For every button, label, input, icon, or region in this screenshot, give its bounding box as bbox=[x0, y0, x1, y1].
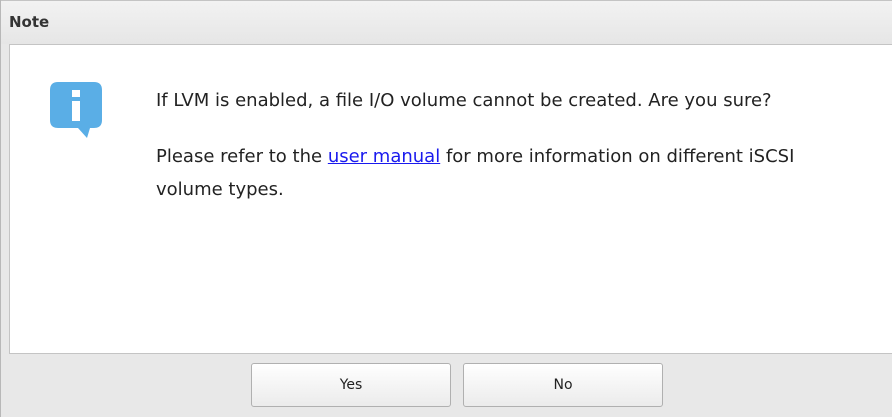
no-button[interactable]: No bbox=[463, 363, 663, 407]
dialog-message: If LVM is enabled, a file I/O volume can… bbox=[156, 84, 846, 206]
yes-button[interactable]: Yes bbox=[251, 363, 451, 407]
dialog-title: Note bbox=[9, 13, 50, 31]
dialog-titlebar[interactable]: Note bbox=[1, 0, 892, 44]
warning-text: If LVM is enabled, a file I/O volume can… bbox=[156, 90, 772, 111]
reference-text: Please refer to the user manual for more… bbox=[156, 140, 846, 206]
info-icon bbox=[50, 82, 102, 138]
reference-text-before: Please refer to the bbox=[156, 146, 328, 167]
user-manual-link[interactable]: user manual bbox=[328, 146, 440, 167]
dialog-button-bar: Yes No bbox=[1, 354, 892, 417]
confirmation-dialog: Note If LVM is enabled, a file I/O volum… bbox=[0, 0, 892, 417]
